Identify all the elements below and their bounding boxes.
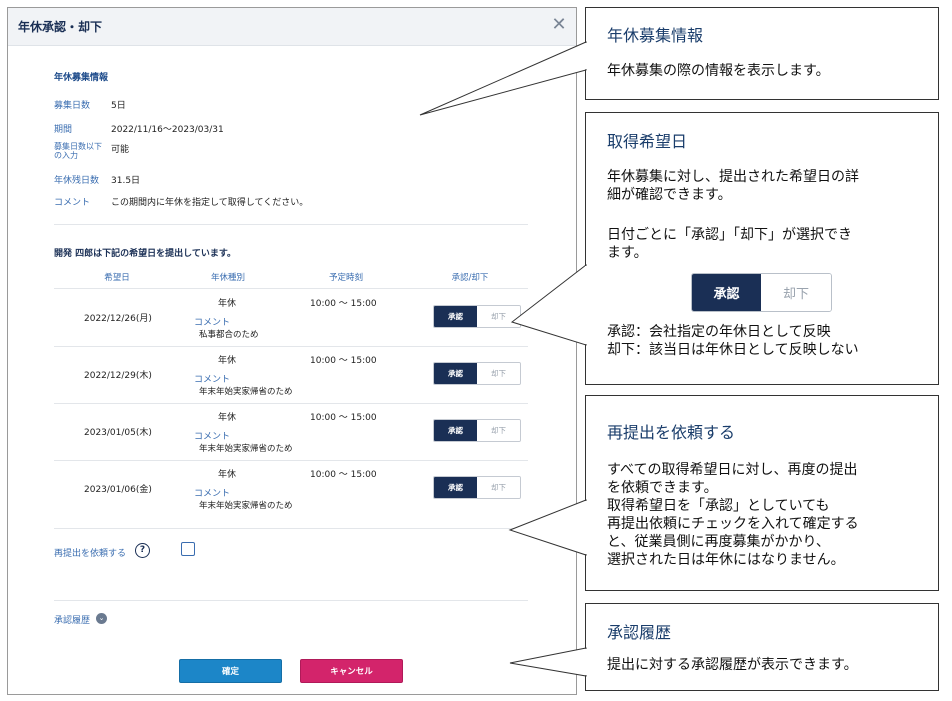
pointer-history — [509, 647, 587, 677]
pointer-recruit — [419, 41, 587, 116]
pointer-wish — [510, 263, 587, 346]
callout-pointers — [419, 41, 587, 677]
pointer-resubmit — [508, 499, 587, 556]
